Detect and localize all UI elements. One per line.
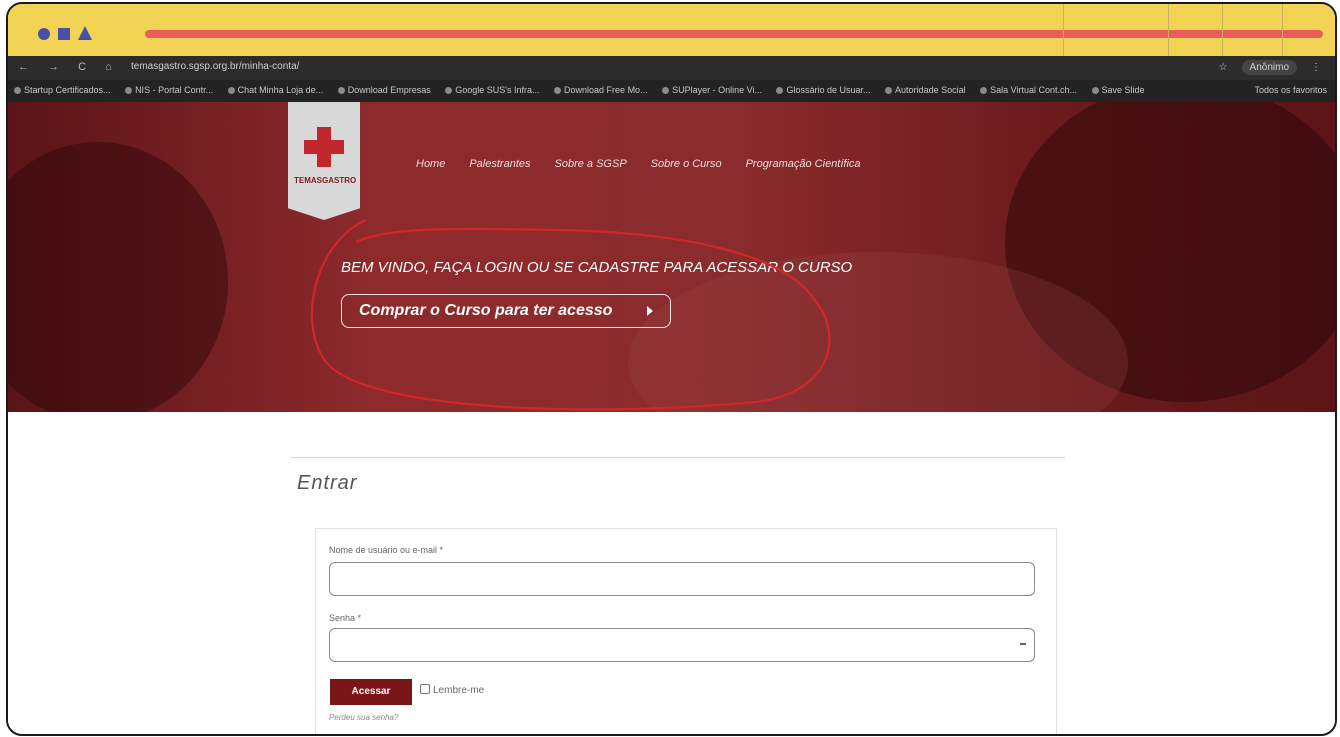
menu-icon[interactable]: ⋮	[1311, 62, 1321, 73]
nav-sobre-sgsp[interactable]: Sobre a SGSP	[555, 158, 627, 170]
remember-checkbox[interactable]	[420, 684, 430, 694]
nav-palestrantes[interactable]: Palestrantes	[469, 158, 530, 170]
incognito-profile[interactable]: Anônimo	[1241, 60, 1297, 75]
site-logo[interactable]: TEMASGASTRO	[288, 102, 360, 220]
browser-window: ← → C ⌂ temasgastro.sgsp.org.br/minha-co…	[8, 56, 1335, 734]
login-title: Entrar	[297, 472, 358, 494]
remember-label: Lembre-me	[433, 685, 485, 696]
navigation-controls[interactable]: ← → C ⌂	[18, 61, 120, 73]
bookmark-item[interactable]: NIS - Portal Contr...	[125, 85, 213, 95]
circle-icon	[38, 28, 50, 40]
screenshot-frame: ← → C ⌂ temasgastro.sgsp.org.br/minha-co…	[6, 2, 1337, 736]
url-text[interactable]: temasgastro.sgsp.org.br/minha-conta/	[131, 61, 299, 72]
bookmark-item[interactable]: SUPlayer - Online Vi...	[662, 85, 762, 95]
star-icon[interactable]: ☆	[1219, 62, 1228, 73]
nav-sobre-curso[interactable]: Sobre o Curso	[651, 158, 722, 170]
lost-password-link[interactable]: Perdeu sua senha?	[329, 713, 398, 722]
bookmark-item[interactable]: Autoridade Social	[885, 85, 966, 95]
medical-cross-icon	[304, 127, 344, 167]
nav-programacao[interactable]: Programação Científica	[746, 158, 861, 170]
bookmark-item[interactable]: Google SUS's Infra...	[445, 85, 539, 95]
all-bookmarks-folder[interactable]: Todos os favoritos	[1254, 85, 1327, 95]
triangle-icon	[78, 26, 92, 40]
square-icon	[58, 28, 70, 40]
bookmark-item[interactable]: Download Free Mo...	[554, 85, 648, 95]
remember-me[interactable]: Lembre-me	[420, 684, 484, 696]
username-label: Nome de usuário ou e-mail *	[329, 545, 444, 555]
bookmark-item[interactable]: Glossário de Usuar...	[776, 85, 870, 95]
password-label: Senha *	[329, 613, 362, 623]
bookmark-item[interactable]: Sala Virtual Cont.ch...	[980, 85, 1077, 95]
login-card: Entrar Nome de usuário ou e-mail * Senha…	[291, 457, 1065, 734]
bookmark-item[interactable]: Chat Minha Loja de...	[228, 85, 324, 95]
login-form: Nome de usuário ou e-mail * Senha * Aces…	[315, 528, 1057, 734]
decorative-grid	[1035, 4, 1335, 56]
nav-home[interactable]: Home	[416, 158, 445, 170]
bookmark-item[interactable]: Download Empresas	[338, 85, 431, 95]
bookmark-item[interactable]: Startup Certificados...	[14, 85, 111, 95]
password-input[interactable]	[329, 628, 1035, 662]
hero-banner: TEMASGASTRO Home Palestrantes Sobre a SG…	[8, 102, 1335, 412]
bookmark-item[interactable]: Save Slide	[1092, 85, 1145, 95]
bookmarks-bar: Startup Certificados... NIS - Portal Con…	[8, 80, 1335, 102]
address-bar: ← → C ⌂ temasgastro.sgsp.org.br/minha-co…	[8, 56, 1335, 80]
decorative-top-bar	[8, 4, 1335, 56]
main-nav: Home Palestrantes Sobre a SGSP Sobre o C…	[416, 158, 885, 170]
logo-text: TEMASGASTRO	[294, 176, 357, 185]
show-password-icon[interactable]	[1020, 643, 1026, 645]
red-annotation-circle	[310, 218, 831, 411]
login-button[interactable]: Acessar	[330, 679, 412, 705]
username-input[interactable]	[329, 562, 1035, 596]
